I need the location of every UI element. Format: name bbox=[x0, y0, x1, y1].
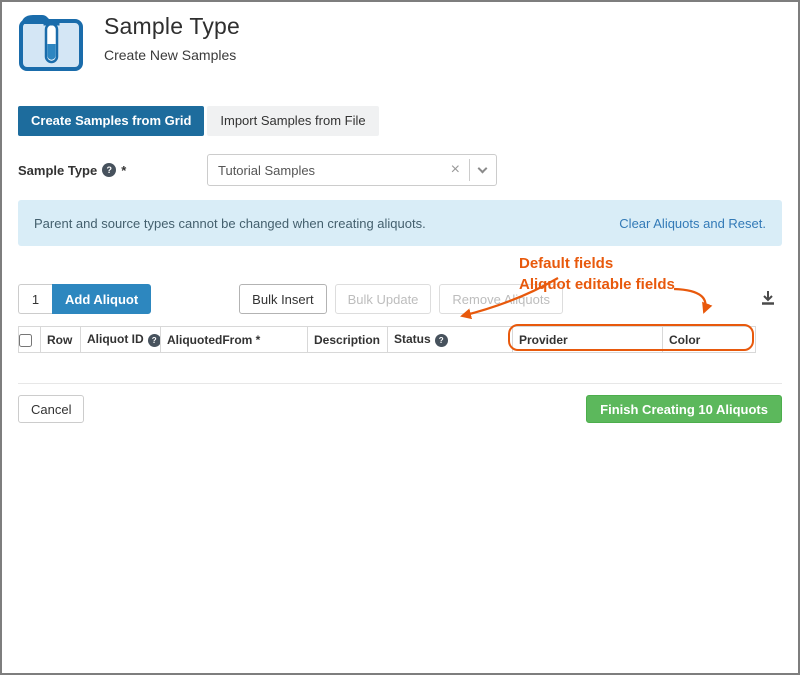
tab-import-samples-from-file[interactable]: Import Samples from File bbox=[207, 106, 378, 136]
col-header-id: Aliquot ID? bbox=[81, 327, 161, 353]
cancel-button[interactable]: Cancel bbox=[18, 395, 84, 423]
page-footer: Cancel Finish Creating 10 Aliquots bbox=[18, 383, 782, 423]
sample-type-label: Sample Type bbox=[18, 163, 97, 178]
toolbar: Add Aliquot Bulk Insert Bulk Update Remo… bbox=[18, 284, 782, 314]
sample-type-folder-icon bbox=[18, 11, 84, 73]
sample-type-form-row: Sample Type ? * Tutorial Samples × bbox=[18, 154, 782, 186]
page: Sample Type Create New Samples Create Sa… bbox=[0, 0, 800, 675]
required-marker: * bbox=[121, 163, 126, 178]
select-all-checkbox[interactable] bbox=[19, 334, 32, 347]
col-header-from: AliquotedFrom * bbox=[161, 327, 308, 353]
page-title: Sample Type bbox=[104, 13, 240, 40]
finish-creating-aliquots-button[interactable]: Finish Creating 10 Aliquots bbox=[586, 395, 782, 423]
col-header-prov: Provider bbox=[513, 327, 663, 353]
titles: Sample Type Create New Samples bbox=[104, 11, 240, 90]
col-header-label: Status bbox=[394, 332, 431, 346]
download-icon bbox=[759, 289, 777, 310]
col-header-color: Color bbox=[663, 327, 756, 353]
col-header-desc: Description bbox=[308, 327, 388, 353]
help-icon[interactable]: ? bbox=[102, 163, 116, 177]
sample-type-select-value: Tutorial Samples bbox=[218, 163, 451, 178]
bulk-update-button: Bulk Update bbox=[335, 284, 432, 314]
col-header-label: Aliquot ID bbox=[87, 332, 144, 346]
bulk-insert-button[interactable]: Bulk Insert bbox=[239, 284, 326, 314]
table-header-row: RowAliquot ID?AliquotedFrom *Description… bbox=[19, 327, 756, 353]
col-header-row: Row bbox=[41, 327, 81, 353]
download-template-button[interactable] bbox=[754, 285, 782, 313]
clear-selection-icon[interactable]: × bbox=[451, 162, 460, 178]
info-alert: Parent and source types cannot be change… bbox=[18, 200, 782, 246]
col-header-label: Color bbox=[669, 333, 700, 347]
sample-type-field-label: Sample Type ? * bbox=[18, 163, 207, 178]
add-aliquot-button[interactable]: Add Aliquot bbox=[52, 284, 151, 314]
clear-aliquots-reset-link[interactable]: Clear Aliquots and Reset. bbox=[619, 216, 766, 231]
aliquots-grid: RowAliquot ID?AliquotedFrom *Description… bbox=[18, 326, 756, 353]
col-header-label: Description bbox=[314, 333, 380, 347]
col-header-label: Row bbox=[47, 333, 72, 347]
help-icon[interactable]: ? bbox=[148, 334, 161, 347]
select-separator bbox=[469, 159, 470, 181]
page-header: Sample Type Create New Samples bbox=[2, 2, 798, 90]
tab-create-samples-from-grid[interactable]: Create Samples from Grid bbox=[18, 106, 204, 136]
page-subtitle: Create New Samples bbox=[104, 47, 240, 63]
sample-type-select[interactable]: Tutorial Samples × bbox=[207, 154, 497, 186]
aliquot-count-input[interactable] bbox=[18, 284, 52, 314]
alert-message: Parent and source types cannot be change… bbox=[34, 216, 426, 231]
col-header-status: Status? bbox=[388, 327, 513, 353]
tabs: Create Samples from Grid Import Samples … bbox=[18, 106, 782, 136]
col-header-label: AliquotedFrom bbox=[167, 333, 252, 347]
remove-aliquots-button: Remove Aliquots bbox=[439, 284, 563, 314]
main: Create Samples from Grid Import Samples … bbox=[2, 106, 798, 423]
help-icon[interactable]: ? bbox=[435, 334, 448, 347]
col-header-select bbox=[19, 327, 41, 353]
col-header-label: Provider bbox=[519, 333, 568, 347]
chevron-down-icon[interactable] bbox=[478, 163, 488, 173]
required-marker: * bbox=[252, 333, 260, 347]
